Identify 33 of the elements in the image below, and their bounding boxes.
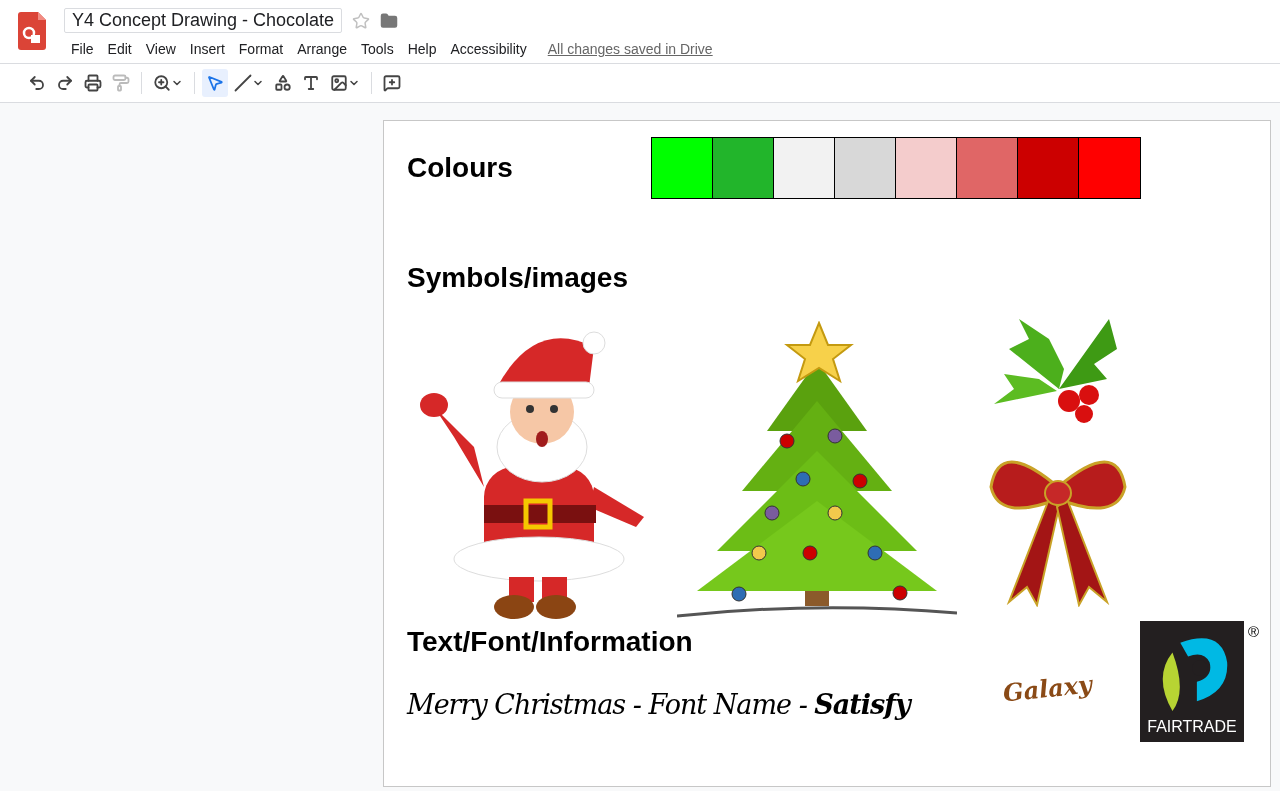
- paint-roller-icon: [112, 74, 130, 92]
- pointer-icon: [206, 74, 224, 92]
- add-comment-icon: [383, 74, 401, 92]
- menu-item[interactable]: Accessibility: [443, 38, 534, 61]
- galaxy-logo: Galaxy: [1000, 668, 1094, 710]
- section-heading: Symbols/images: [407, 262, 628, 293]
- menu-item[interactable]: File: [64, 38, 101, 61]
- shapes-icon: [274, 74, 292, 92]
- menu-item[interactable]: Arrange: [290, 38, 354, 61]
- image-icon: [330, 74, 348, 92]
- redo-icon: [56, 74, 74, 92]
- menu-item[interactable]: Help: [400, 38, 444, 61]
- folder-icon[interactable]: [380, 11, 399, 30]
- menu-item[interactable]: Insert: [182, 38, 232, 61]
- drawings-logo-icon[interactable]: [18, 12, 46, 50]
- menu-item[interactable]: Tools: [353, 38, 401, 61]
- document-title-field[interactable]: Y4 Concept Drawing - Chocolate: [64, 8, 343, 33]
- menu-item[interactable]: View: [138, 38, 183, 61]
- save-status-link[interactable]: All changes saved in Drive: [547, 39, 713, 60]
- registered-mark: ®: [1248, 622, 1260, 642]
- text-box-icon: [302, 74, 320, 92]
- section-heading: Colours: [407, 152, 513, 183]
- menu-item[interactable]: Format: [231, 38, 291, 61]
- fairtrade-label: FAIRTRADE: [1147, 717, 1237, 737]
- section-heading: Text/Font/Information: [407, 625, 694, 659]
- zoom-icon: [153, 74, 171, 92]
- line-icon: [234, 74, 252, 92]
- menu-item[interactable]: Edit: [100, 38, 139, 61]
- pointer-button[interactable]: [202, 69, 228, 97]
- script-sample-text: Merry Christmas - Font Name - Satisfy: [407, 688, 913, 722]
- print-icon: [84, 74, 102, 92]
- star-icon[interactable]: [352, 11, 371, 30]
- undo-icon: [28, 74, 46, 92]
